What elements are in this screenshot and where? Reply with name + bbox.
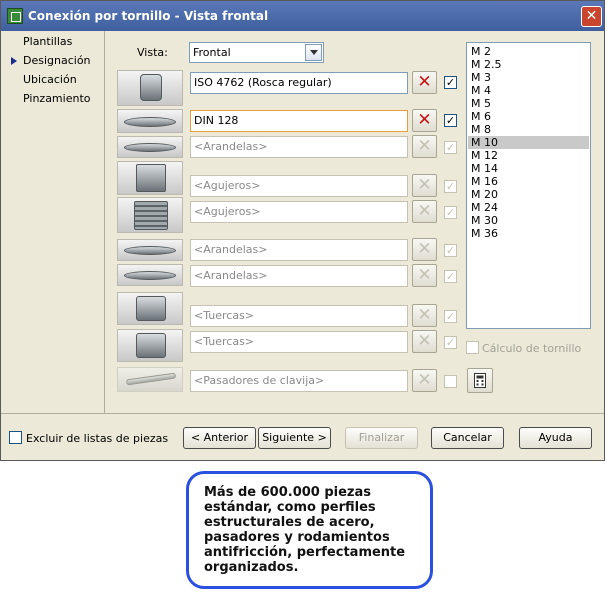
vista-label: Vista: (137, 46, 168, 59)
bolt-calculation-checkbox[interactable] (466, 341, 479, 354)
threaded-hole-thumbnail[interactable] (117, 197, 183, 233)
washer-1-checkbox[interactable]: ✓ (444, 141, 457, 154)
size-item[interactable]: M 16 (468, 175, 589, 188)
size-item[interactable]: M 20 (468, 188, 589, 201)
size-item[interactable]: M 8 (468, 123, 589, 136)
remove-cotter-pin-button[interactable]: ✕ (412, 369, 437, 392)
washer-thumbnail-2[interactable] (117, 239, 183, 261)
cotter-pin-checkbox[interactable] (444, 375, 457, 388)
spring-washer-field[interactable]: DIN 128 (190, 110, 408, 132)
size-item[interactable]: M 4 (468, 84, 589, 97)
hole-1-checkbox[interactable]: ✓ (444, 180, 457, 193)
bolt-calculation-label: Cálculo de tornillo (482, 342, 582, 355)
remove-washer-2-button[interactable]: ✕ (412, 238, 437, 261)
nav-item-designacion[interactable]: Designación (23, 54, 91, 67)
hole-field-1[interactable]: <Agujeros> (190, 175, 408, 197)
hole-field-2[interactable]: <Agujeros> (190, 201, 408, 223)
spring-washer-thumbnail[interactable] (117, 109, 183, 133)
dialog-window: Conexión por tornillo - Vista frontal ✕ … (0, 0, 605, 461)
size-item[interactable]: M 5 (468, 97, 589, 110)
hole-2-checkbox[interactable]: ✓ (444, 206, 457, 219)
window-title: Conexión por tornillo - Vista frontal (28, 9, 269, 23)
washer-field-2[interactable]: <Arandelas> (190, 239, 408, 261)
nav-item-pinzamiento[interactable]: Pinzamiento (23, 92, 91, 105)
size-item[interactable]: M 14 (468, 162, 589, 175)
nav-item-plantillas[interactable]: Plantillas (23, 35, 72, 48)
remove-hole-2-button[interactable]: ✕ (412, 200, 437, 223)
cancel-button[interactable]: Cancelar (431, 427, 504, 449)
cotter-pin-field[interactable]: <Pasadores de clavija> (190, 370, 408, 392)
washer-thumbnail-3[interactable] (117, 264, 183, 286)
vista-value: Frontal (193, 46, 231, 59)
vista-select[interactable]: Frontal (189, 42, 324, 63)
size-item[interactable]: M 2.5 (468, 58, 589, 71)
hole-thumbnail[interactable] (117, 161, 183, 195)
size-list[interactable]: M 2 M 2.5 M 3 M 4 M 5 M 6 M 8 M 10 M 12 … (466, 42, 591, 329)
finish-button[interactable]: Finalizar (345, 427, 418, 449)
remove-washer-1-button[interactable]: ✕ (412, 135, 437, 158)
size-item[interactable]: M 24 (468, 201, 589, 214)
next-button[interactable]: Siguiente > (258, 427, 331, 449)
close-button[interactable]: ✕ (581, 6, 602, 27)
nut-thumbnail-2[interactable] (117, 329, 183, 362)
size-item[interactable]: M 30 (468, 214, 589, 227)
calculator-button[interactable] (467, 368, 493, 393)
nav-item-ubicacion[interactable]: Ubicación (23, 73, 77, 86)
size-item[interactable]: M 36 (468, 227, 589, 240)
nut-field-2[interactable]: <Tuercas> (190, 331, 408, 353)
title-bar: Conexión por tornillo - Vista frontal ✕ (1, 1, 604, 31)
size-item[interactable]: M 3 (468, 71, 589, 84)
footer-divider (1, 413, 604, 414)
size-item[interactable]: M 12 (468, 149, 589, 162)
remove-nut-1-button[interactable]: ✕ (412, 304, 437, 327)
washer-thumbnail[interactable] (117, 136, 183, 158)
screw-checkbox[interactable]: ✓ (444, 76, 457, 89)
chevron-down-icon[interactable] (305, 44, 322, 61)
washer-2-checkbox[interactable]: ✓ (444, 244, 457, 257)
cotter-pin-thumbnail[interactable] (117, 367, 183, 392)
size-item-selected[interactable]: M 10 (468, 136, 589, 149)
nut-thumbnail[interactable] (117, 292, 183, 325)
spring-washer-checkbox[interactable]: ✓ (444, 114, 457, 127)
screw-standard-field[interactable]: ISO 4762 (Rosca regular) (190, 72, 408, 94)
help-button[interactable]: Ayuda (519, 427, 592, 449)
info-callout: Más de 600.000 piezas estándar, como per… (186, 471, 433, 589)
callout-text: Más de 600.000 piezas estándar, como per… (204, 485, 406, 575)
calculator-icon (474, 373, 486, 388)
remove-nut-2-button[interactable]: ✕ (412, 330, 437, 353)
screw-thumbnail[interactable] (117, 70, 183, 106)
washer-field-1[interactable]: <Arandelas> (190, 136, 408, 158)
nut-1-checkbox[interactable]: ✓ (444, 310, 457, 323)
step-navigation: Plantillas Designación Ubicación Pinzami… (1, 31, 105, 413)
current-step-arrow-icon (11, 57, 17, 65)
nut-2-checkbox[interactable]: ✓ (444, 336, 457, 349)
remove-hole-1-button[interactable]: ✕ (412, 174, 437, 197)
exclude-parts-checkbox[interactable] (9, 431, 22, 444)
remove-screw-button[interactable]: ✕ (412, 71, 437, 94)
nut-field-1[interactable]: <Tuercas> (190, 305, 408, 327)
remove-washer-3-button[interactable]: ✕ (412, 264, 437, 287)
size-item[interactable]: M 2 (468, 45, 589, 58)
washer-field-3[interactable]: <Arandelas> (190, 265, 408, 287)
app-icon (7, 8, 23, 24)
exclude-parts-label: Excluir de listas de piezas (26, 432, 169, 445)
washer-3-checkbox[interactable]: ✓ (444, 270, 457, 283)
remove-spring-washer-button[interactable]: ✕ (412, 109, 437, 132)
back-button[interactable]: < Anterior (183, 427, 256, 449)
size-item[interactable]: M 6 (468, 110, 589, 123)
